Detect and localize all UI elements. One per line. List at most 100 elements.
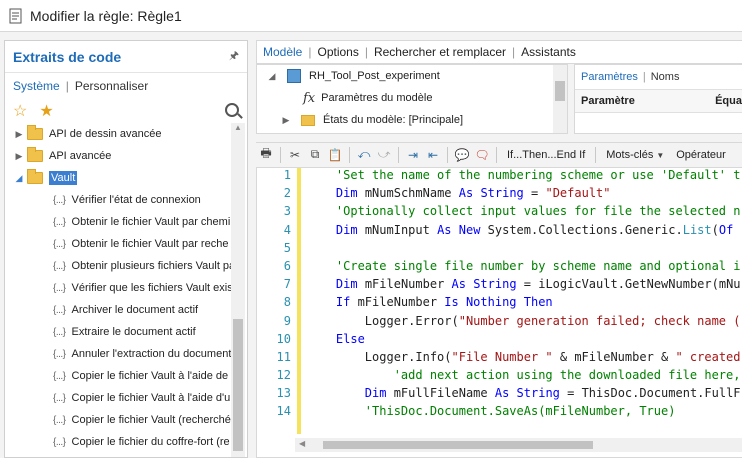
pin-icon[interactable]: 🖈 [229,47,239,66]
code-hscrollbar[interactable]: ◀ [295,438,742,452]
print-icon[interactable]: 🖶 [256,145,276,165]
chevron-right-icon[interactable]: ▶ [11,151,27,162]
segment-system[interactable]: Système [13,79,60,93]
snippet-label: Copier le fichier du coffre-fort (re [71,436,230,448]
toolbar-separator [398,146,399,163]
column-equation[interactable]: Équa [709,95,742,107]
code-text: Dim mNumSchmName As String = "Default" [335,186,611,201]
model-states-item[interactable]: ▶ États du modèle: [Principale] [257,109,567,131]
folder-icon [27,125,43,140]
rule-editor-window: Modifier la règle: Règle1 Extraits de co… [0,0,742,458]
search-icon[interactable] [225,103,239,117]
snippet-item[interactable]: {...} Obtenir le fichier Vault par chemi [5,211,231,233]
operators-dropdown[interactable]: Opérateur [670,149,732,161]
snippet-icon: {...} [53,370,66,382]
code-line: 1 'Set the name of the numbering scheme … [257,168,742,186]
indent-icon[interactable]: ⇥ [403,145,423,165]
snippet-item[interactable]: {...} Extraire le document actif [5,321,231,343]
code-text: Logger.Error("Number generation failed; … [307,313,741,328]
snippet-item[interactable]: {...} Annuler l'extraction du document [5,343,231,365]
snippet-icon: {...} [53,304,66,316]
keywords-label: Mots-clés [606,148,654,161]
favorite-star-icon[interactable]: ☆ [13,101,27,121]
tab-parametres[interactable]: Paramètres [581,71,638,83]
code-line: 11 Logger.Info("File Number " & mFileNum… [257,350,742,368]
snippet-item[interactable]: {...} Copier le fichier Vault à l'aide d'… [5,387,231,409]
tree-item-label: Vault [49,171,78,185]
snippet-item[interactable]: {...} Obtenir plusieurs fichiers Vault pa [5,255,231,277]
tree-item-vault[interactable]: ◢ Vault [5,167,231,189]
scrollbar-thumb[interactable] [233,319,243,451]
snippet-label: Annuler l'extraction du document [71,348,231,360]
line-number: 11 [276,349,291,364]
line-number: 4 [283,222,291,237]
redo-icon[interactable]: ⤻ [374,145,394,165]
model-tree: ◢ RH_Tool_Post_experiment fx Paramètres … [256,64,568,134]
toolbar-separator [447,146,448,163]
line-number: 9 [283,313,291,328]
chevron-right-icon[interactable]: ▶ [279,115,293,126]
tab-separator: | [512,45,516,59]
folder-icon [27,147,43,162]
model-params-item[interactable]: fx Paramètres du modèle [257,87,567,109]
snippet-item[interactable]: {...} Copier le fichier Vault (recherché [5,409,231,431]
uncomment-icon[interactable]: 🗨 [472,145,492,165]
snippet-item[interactable]: {...} Archiver le document actif [5,299,231,321]
tab-assistants[interactable]: Assistants [521,45,576,59]
chevron-down-icon[interactable]: ◢ [265,71,279,82]
code-text: Else [335,331,365,346]
tree-item-api-avancee[interactable]: ▶ API avancée [5,145,231,167]
snippets-tree: ▶ API de dessin avancée ▶ API avancée ◢ … [5,123,231,457]
snippet-item[interactable]: {...} Copier le fichier du coffre-fort (r… [5,431,231,453]
chevron-right-icon[interactable]: ▶ [11,129,27,140]
scroll-left-icon[interactable]: ◀ [299,439,305,448]
add-favorite-star-icon[interactable]: ★ [39,101,53,121]
snippet-icon: {...} [53,282,66,294]
keywords-dropdown[interactable]: Mots-clés ▼ [600,149,670,161]
tree-item-label: API avancée [49,150,112,162]
code-line: 8 If mFileNumber Is Nothing Then [257,295,742,313]
snippet-item[interactable]: {...} Vérifier que les fichiers Vault exi… [5,277,231,299]
code-text: Dim mFullFileName As String = ThisDoc.Do… [364,386,741,401]
toolbar-separator [595,146,597,163]
outdent-icon[interactable]: ⇤ [423,145,443,165]
paste-icon[interactable]: 📋 [325,145,345,165]
snippets-header: Extraits de code 🖈 [5,41,247,73]
code-editor[interactable]: 1 'Set the name of the numbering scheme … [256,167,742,458]
tab-rechercher[interactable]: Rechercher et remplacer [374,45,506,59]
tab-modele[interactable]: Modèle [263,45,302,59]
code-line: 7 Dim mFileNumber As String = iLogicVaul… [257,277,742,295]
snippet-item[interactable]: {...} Copier le fichier Vault à l'aide de [5,365,231,387]
snippet-icon: {...} [53,414,66,426]
model-tree-scrollbar[interactable] [553,65,567,133]
toolbar-separator [349,146,350,163]
tab-options[interactable]: Options [317,45,358,59]
copy-icon[interactable]: ⧉ [305,145,325,165]
tab-separator: | [308,45,312,59]
model-states-label: États du modèle: [Principale] [323,114,464,126]
fx-icon: fx [303,90,316,106]
scroll-up-icon[interactable]: ▲ [231,123,245,137]
tab-noms[interactable]: Noms [651,71,680,83]
tree-item-api-dessin[interactable]: ▶ API de dessin avancée [5,123,231,145]
scrollbar-thumb[interactable] [323,441,593,449]
snippet-item[interactable]: {...} Vérifier l'état de connexion [5,189,231,211]
code-text: Logger.Info("File Number " & mFileNumber… [307,349,741,364]
ifthen-menu[interactable]: If...Then...End If [501,149,591,161]
snippet-icon: {...} [53,436,66,448]
segment-custom[interactable]: Personnaliser [75,79,148,93]
scrollbar-thumb[interactable] [555,81,565,101]
undo-icon[interactable]: ⤺ [354,145,374,165]
snippets-scrollbar[interactable]: ▲ [231,123,245,457]
comment-icon[interactable]: 💬 [452,145,472,165]
column-parametre[interactable]: Paramètre [575,95,709,107]
tab-separator: | [364,45,368,59]
model-params-label: Paramètres du modèle [321,92,433,104]
chevron-down-icon[interactable]: ◢ [11,173,27,184]
toolbar-separator [280,146,281,163]
snippets-toolbar: ☆ ★ [5,99,247,123]
cut-icon[interactable]: ✂ [285,145,305,165]
snippet-item[interactable]: {...} Obtenir le fichier Vault par reche [5,233,231,255]
model-tree-root[interactable]: ◢ RH_Tool_Post_experiment [257,65,567,87]
snippet-label: Obtenir le fichier Vault par reche [71,238,229,250]
